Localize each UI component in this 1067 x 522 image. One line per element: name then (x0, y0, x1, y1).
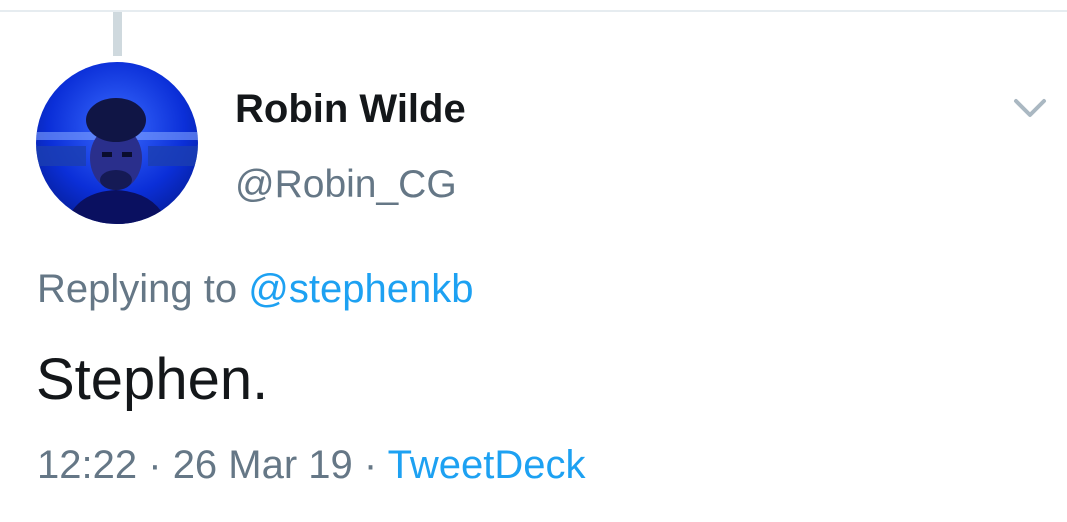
mention-link[interactable]: @stephenkb (248, 267, 473, 311)
thread-connector-line (113, 12, 122, 56)
author-display-name[interactable]: Robin Wilde (235, 82, 466, 136)
tweet-source-link[interactable]: TweetDeck (388, 443, 586, 487)
tweet-date[interactable]: 26 Mar 19 (173, 443, 353, 487)
author-handle[interactable]: @Robin_CG (235, 159, 457, 211)
tweet-menu-button[interactable] (1010, 92, 1050, 124)
top-divider (0, 10, 1067, 12)
profile-photo-icon (36, 62, 198, 224)
avatar[interactable] (36, 62, 198, 224)
meta-separator: · (148, 443, 162, 487)
tweet-text: Stephen. (36, 347, 269, 412)
chevron-down-icon (1014, 99, 1046, 117)
replying-to: Replying to @stephenkb (37, 262, 473, 316)
meta-separator: · (363, 443, 378, 487)
replying-to-label: Replying to (37, 267, 238, 311)
tweet-time[interactable]: 12:22 (37, 443, 137, 487)
tweet-meta: 12:22 · 26 Mar 19 · TweetDeck (37, 437, 586, 493)
